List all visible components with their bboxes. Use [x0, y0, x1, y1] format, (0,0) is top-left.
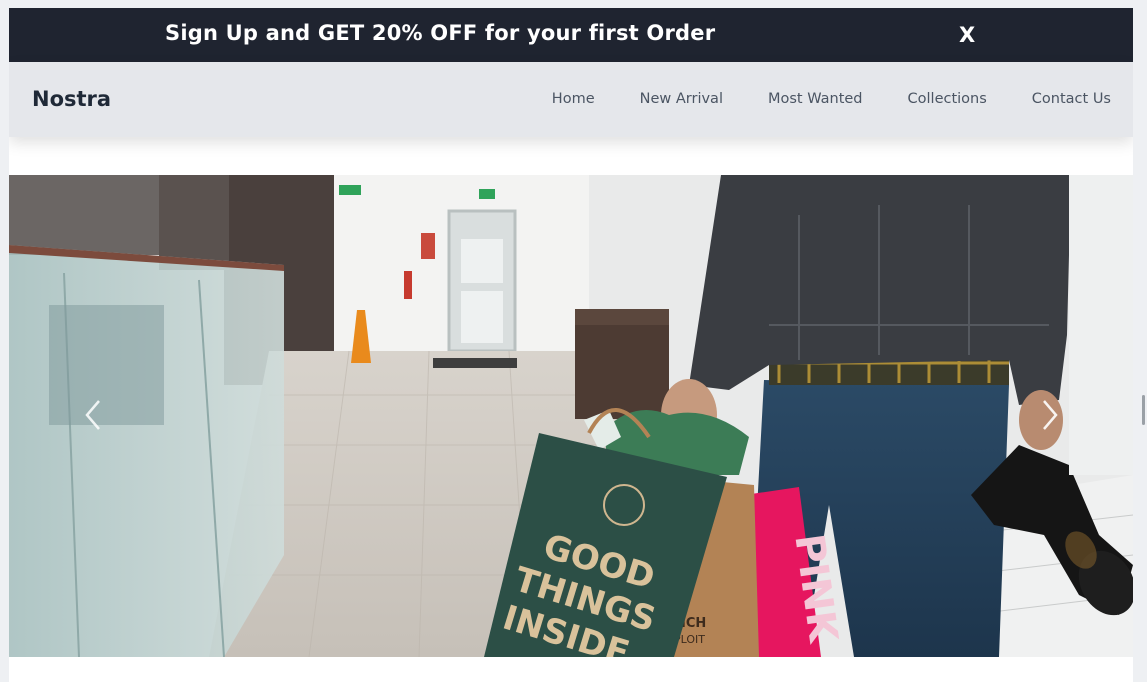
page: Sign Up and GET 20% OFF for your first O…: [9, 8, 1133, 682]
promo-text: Sign Up and GET 20% OFF for your first O…: [165, 21, 716, 45]
carousel-prev-button[interactable]: [81, 397, 105, 433]
chevron-right-icon: [1043, 400, 1058, 430]
nav-link-contact-us[interactable]: Contact Us: [1032, 91, 1111, 107]
promo-close-button[interactable]: X: [959, 23, 975, 47]
scrollbar-thumb[interactable]: [1142, 395, 1145, 425]
nav-link-home[interactable]: Home: [552, 91, 595, 107]
carousel-next-button[interactable]: [1038, 397, 1062, 433]
nav-link-most-wanted[interactable]: Most Wanted: [768, 91, 863, 107]
hero-image: PINK ary: ck ICH PLOIT GOOD THINGS INSID…: [9, 175, 1133, 657]
brand-logo[interactable]: Nostra: [32, 87, 111, 111]
navbar: Nostra Home New Arrival Most Wanted Coll…: [9, 62, 1133, 137]
browser-viewport: Sign Up and GET 20% OFF for your first O…: [0, 0, 1147, 682]
chevron-left-icon: [85, 400, 100, 430]
promo-banner: Sign Up and GET 20% OFF for your first O…: [9, 8, 1133, 62]
hero-carousel: PINK ary: ck ICH PLOIT GOOD THINGS INSID…: [9, 175, 1133, 657]
nav-links: Home New Arrival Most Wanted Collections…: [507, 91, 1111, 107]
nav-link-collections[interactable]: Collections: [908, 91, 987, 107]
nav-link-new-arrival[interactable]: New Arrival: [640, 91, 723, 107]
